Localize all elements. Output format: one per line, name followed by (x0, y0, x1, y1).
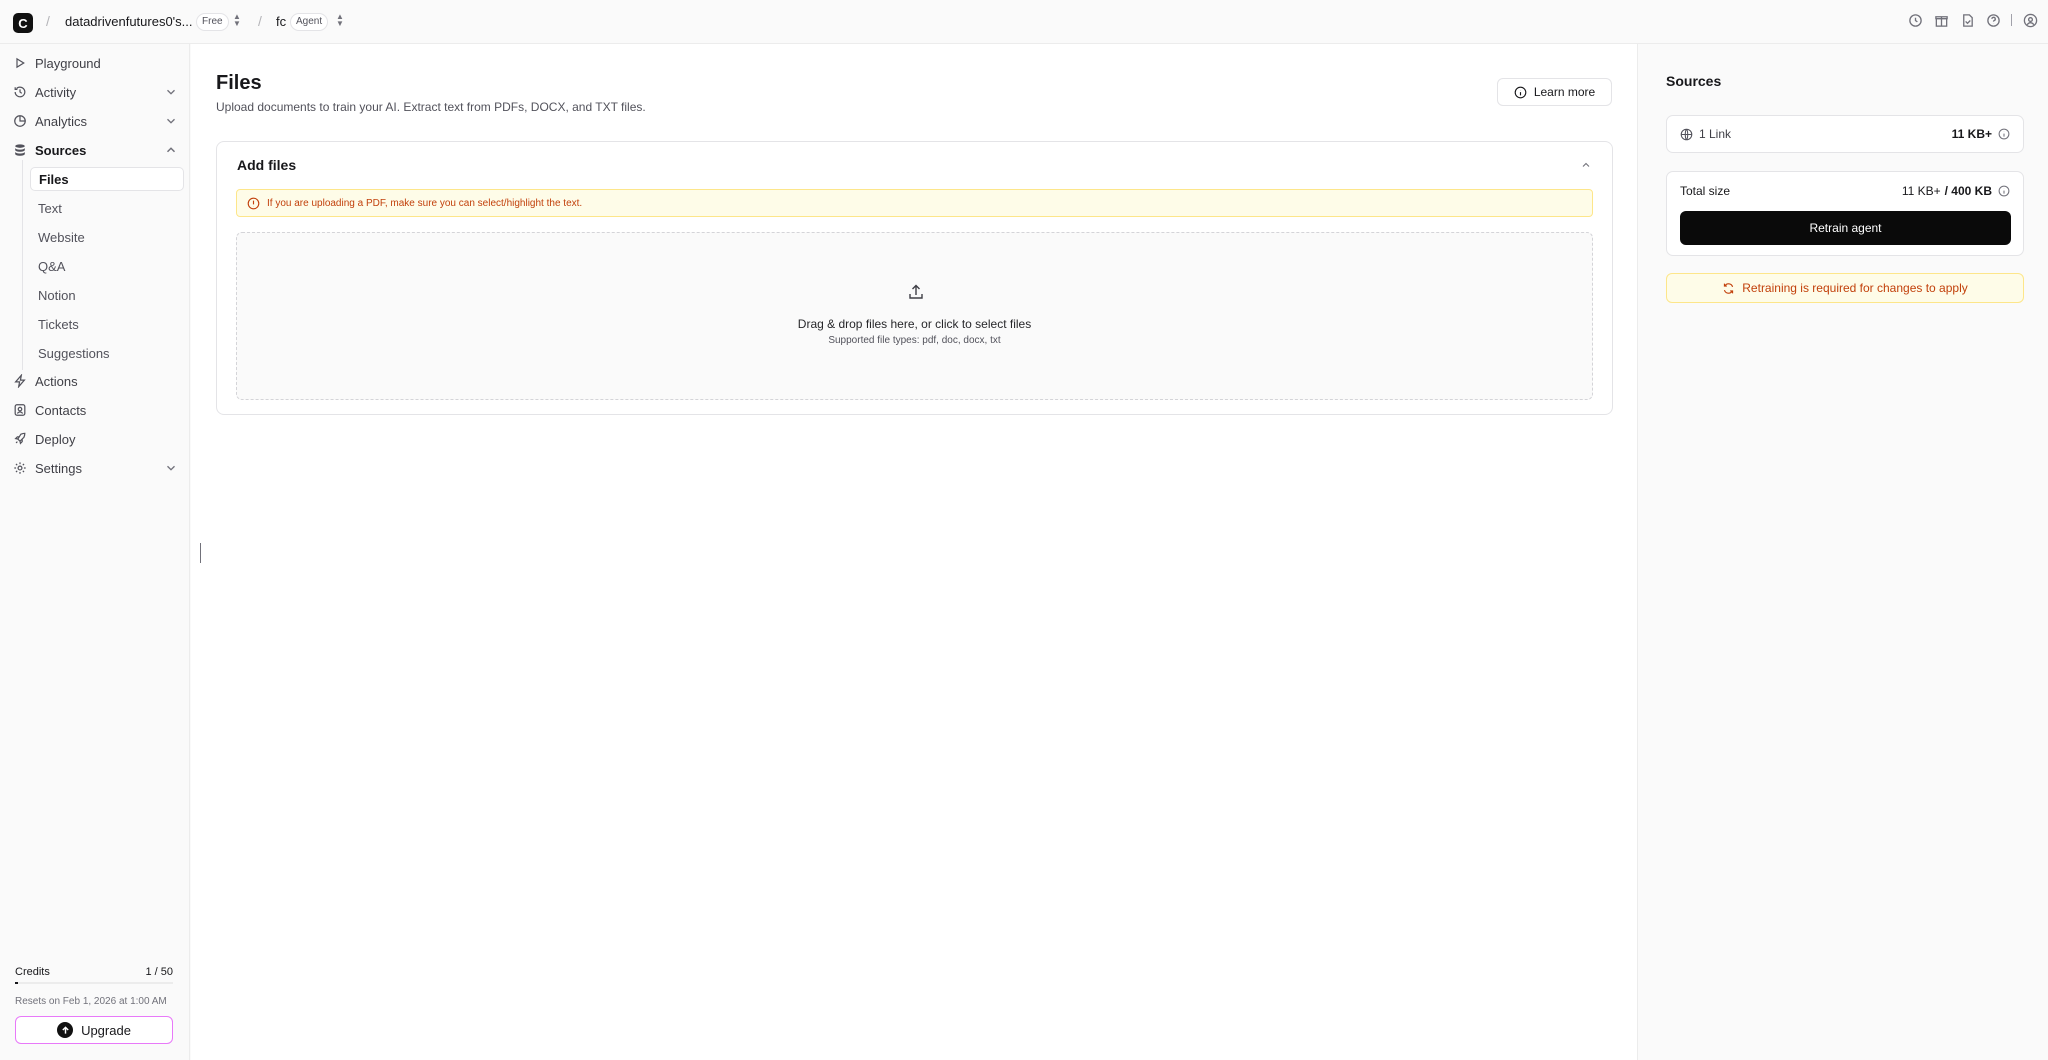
agent-switcher-icon[interactable]: ▲ ▼ (335, 13, 345, 29)
sidebar-subitem-website[interactable]: Website (30, 225, 184, 249)
sidebar-item-label: Activity (35, 84, 77, 100)
page-title: Files (216, 72, 262, 94)
history-icon[interactable] (1907, 12, 1923, 28)
chevron-down-icon[interactable] (164, 114, 178, 128)
learn-more-label: Learn more (1533, 85, 1596, 99)
contacts-icon (12, 402, 28, 418)
credits-progress-bar (15, 982, 173, 984)
retrain-notice-text: Retraining is required for changes to ap… (1742, 281, 1968, 295)
user-avatar-icon[interactable] (2022, 12, 2038, 28)
gear-icon (12, 460, 28, 476)
sidebar-item-label: Deploy (35, 431, 76, 447)
activity-icon (12, 84, 28, 100)
credits-reset-text: Resets on Feb 1, 2026 at 1:00 AM (15, 996, 167, 1007)
logo-letter: C (18, 15, 28, 31)
sources-panel-title: Sources (1666, 73, 1722, 89)
actions-icon (12, 373, 28, 389)
subnav-line (22, 160, 23, 370)
upgrade-button[interactable]: Upgrade (15, 1016, 173, 1044)
chevron-up-icon[interactable] (1580, 159, 1592, 171)
retrain-notice: Retraining is required for changes to ap… (1666, 273, 2024, 303)
upload-icon (907, 283, 925, 301)
workspace-name[interactable]: datadrivenfutures0's... (65, 14, 193, 29)
play-icon (12, 55, 28, 71)
sidebar-item-label: Contacts (35, 402, 87, 418)
link-count: 1 Link (1699, 127, 1732, 141)
total-size-limit: / 400 KB (1944, 184, 1992, 198)
agent-badge: Agent (290, 13, 329, 31)
sidebar-item-deploy[interactable]: Deploy (12, 428, 178, 450)
add-files-card: Add files If you are uploading a PDF, ma… (216, 141, 1613, 415)
info-icon (1514, 86, 1527, 99)
chevron-up-icon[interactable] (164, 143, 178, 157)
agent-name[interactable]: fc (276, 14, 286, 29)
credits-panel: Credits 1 / 50 Resets on Feb 1, 2026 at … (15, 966, 173, 1007)
sidebar-item-playground[interactable]: Playground (12, 52, 178, 74)
globe-icon (1680, 128, 1693, 141)
link-size: 11 KB+ (1951, 127, 1992, 141)
sidebar-subitem-notion[interactable]: Notion (30, 283, 184, 307)
file-dropzone[interactable]: Drag & drop files here, or click to sele… (236, 232, 1593, 400)
total-size-used: 11 KB+ (1901, 184, 1941, 198)
breadcrumb-separator: / (258, 13, 262, 29)
top-right-icons (1907, 12, 2038, 28)
sidebar-subitem-qa[interactable]: Q&A (30, 254, 184, 278)
arrow-up-icon (57, 1022, 74, 1038)
sidebar-subitem-suggestions[interactable]: Suggestions (30, 341, 184, 365)
docs-icon[interactable] (1959, 12, 1975, 28)
help-icon[interactable] (1985, 12, 2001, 28)
upgrade-label: Upgrade (81, 1022, 131, 1038)
sidebar-item-actions[interactable]: Actions (12, 370, 178, 392)
sidebar: Playground Activity Analytics Sources Fi… (0, 44, 190, 1060)
total-size-box: Total size 11 KB+ / 400 KB Retrain agent (1666, 171, 2024, 256)
analytics-icon (12, 113, 28, 129)
pdf-warning-banner: If you are uploading a PDF, make sure yo… (236, 189, 1593, 217)
top-bar: C / datadrivenfutures0's... Free ▲ ▼ / fc… (0, 0, 2048, 44)
sidebar-item-settings[interactable]: Settings (12, 457, 178, 479)
links-summary-box: 1 Link 11 KB+ (1666, 115, 2024, 153)
sidebar-item-contacts[interactable]: Contacts (12, 399, 178, 421)
plan-badge: Free (196, 13, 229, 31)
credits-label: Credits (15, 966, 50, 978)
alert-circle-icon (247, 197, 260, 210)
retrain-agent-button[interactable]: Retrain agent (1680, 211, 2011, 245)
card-title: Add files (237, 157, 297, 173)
chevron-down-icon[interactable] (164, 461, 178, 475)
chevron-down-icon[interactable] (164, 85, 178, 99)
sidebar-item-activity[interactable]: Activity (12, 81, 178, 103)
workspace-switcher-icon[interactable]: ▲ ▼ (232, 13, 242, 29)
credits-value: 1 / 50 (145, 966, 173, 978)
sidebar-subitem-tickets[interactable]: Tickets (30, 312, 184, 336)
sidebar-item-label: Analytics (35, 113, 88, 129)
sidebar-item-sources[interactable]: Sources (12, 139, 178, 161)
rocket-icon (12, 431, 28, 447)
app-logo[interactable]: C (13, 13, 33, 33)
sources-panel: Sources 1 Link 11 KB+ Total size 11 KB+ … (1637, 44, 2048, 1060)
refresh-icon (1722, 282, 1735, 295)
sidebar-item-label: Settings (35, 460, 82, 476)
database-icon (12, 142, 28, 158)
text-cursor (200, 543, 201, 563)
dropzone-title: Drag & drop files here, or click to sele… (797, 317, 1032, 331)
sidebar-item-label: Sources (35, 142, 87, 158)
dropzone-supported-types: Supported file types: pdf, doc, docx, tx… (828, 335, 1001, 346)
divider (2011, 14, 2012, 26)
total-size-label: Total size (1680, 184, 1731, 198)
info-icon[interactable] (1998, 185, 2010, 197)
gift-icon[interactable] (1933, 12, 1949, 28)
sidebar-subitem-files[interactable]: Files (30, 167, 184, 191)
breadcrumb-separator: / (46, 13, 50, 29)
main-content: Files Upload documents to train your AI.… (191, 44, 1637, 1060)
page-subtitle: Upload documents to train your AI. Extra… (216, 100, 646, 114)
credits-progress-fill (15, 982, 19, 984)
sidebar-item-label: Playground (35, 55, 101, 71)
sidebar-item-label: Actions (35, 373, 78, 389)
learn-more-button[interactable]: Learn more (1497, 78, 1612, 106)
info-icon[interactable] (1998, 128, 2010, 140)
warning-text: If you are uploading a PDF, make sure yo… (267, 197, 583, 209)
sidebar-subitem-text[interactable]: Text (30, 196, 184, 220)
sidebar-item-analytics[interactable]: Analytics (12, 110, 178, 132)
